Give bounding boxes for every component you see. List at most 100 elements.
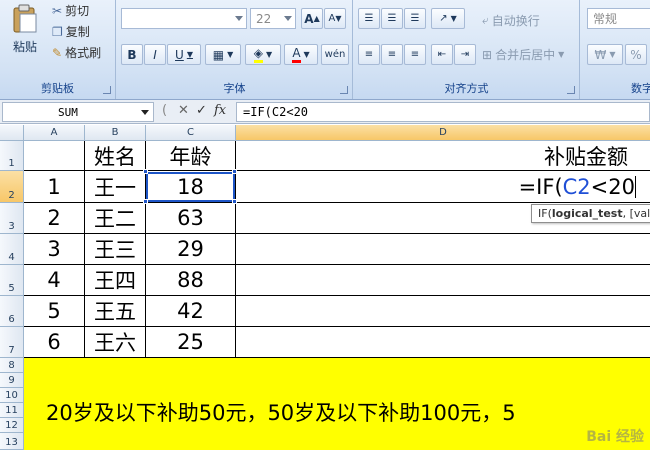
row-header[interactable]: 5 xyxy=(0,265,24,296)
reference-handle[interactable] xyxy=(143,169,148,174)
column-header-d[interactable]: D xyxy=(236,125,650,141)
insert-function-icon[interactable]: fx xyxy=(214,103,226,118)
align-bottom-button[interactable]: ☰ xyxy=(404,8,426,29)
wrap-text-button[interactable]: ⤶ 自动换行 xyxy=(482,12,540,29)
reference-handle[interactable] xyxy=(143,199,148,204)
cell-c1[interactable]: 年龄 xyxy=(146,141,236,171)
cell-d7[interactable] xyxy=(236,327,650,358)
row-header[interactable]: 7 xyxy=(0,327,24,358)
reference-handle[interactable] xyxy=(232,199,237,204)
cut-button[interactable]: ✂ 剪切 xyxy=(52,2,89,19)
cell-b4[interactable]: 王三 xyxy=(85,234,146,265)
row-header[interactable]: 13 xyxy=(0,433,24,450)
cell-d4[interactable] xyxy=(236,234,650,265)
grow-font-button[interactable]: A ▲ xyxy=(301,8,323,29)
cell-b2[interactable]: 王一 xyxy=(85,171,146,203)
underline-label: U xyxy=(175,47,184,62)
currency-button[interactable]: ₩ ▼ xyxy=(587,44,623,65)
select-all-corner[interactable] xyxy=(0,125,24,141)
cell-a4[interactable]: 3 xyxy=(24,234,85,265)
cell-a2[interactable]: 1 xyxy=(24,171,85,203)
cell-d6[interactable] xyxy=(236,296,650,327)
bold-button[interactable]: B xyxy=(121,44,143,65)
increase-indent-button[interactable]: ⇥ xyxy=(454,44,476,65)
cancel-icon[interactable]: ✕ xyxy=(178,103,189,118)
align-top-button[interactable]: ☰ xyxy=(358,8,380,29)
orientation-button[interactable]: ↗ ▼ xyxy=(431,8,465,29)
row-header[interactable]: 8 xyxy=(0,358,24,373)
paste-button[interactable]: 粘贴 xyxy=(8,4,42,64)
cell-c4[interactable]: 29 xyxy=(146,234,236,265)
align-bottom-icon: ☰ xyxy=(410,13,420,24)
enter-icon[interactable]: ✓ xyxy=(196,103,207,118)
row-header[interactable]: 10 xyxy=(0,388,24,403)
align-right-button[interactable]: ≡ xyxy=(404,44,426,65)
cell-a5[interactable]: 4 xyxy=(24,265,85,296)
chevron-down-icon[interactable] xyxy=(141,110,149,115)
function-tooltip[interactable]: IF(logical_test, [val xyxy=(531,204,650,223)
column-header-a[interactable]: A xyxy=(24,125,85,141)
number-format-select[interactable]: 常规 xyxy=(587,8,650,29)
cell-b3[interactable]: 王二 xyxy=(85,203,146,234)
cell-c3[interactable]: 63 xyxy=(146,203,236,234)
format-painter-button[interactable]: ✎ 格式刷 xyxy=(52,44,101,61)
clipboard-launcher-icon[interactable] xyxy=(103,86,111,94)
cell-a6[interactable]: 5 xyxy=(24,296,85,327)
cut-label: 剪切 xyxy=(65,4,90,18)
paste-label: 粘贴 xyxy=(12,40,37,54)
cell-b1[interactable]: 姓名 xyxy=(85,141,146,171)
tooltip-arg[interactable]: logical_test xyxy=(552,207,623,220)
cell-d5[interactable] xyxy=(236,265,650,296)
row-header[interactable]: 12 xyxy=(0,418,24,433)
borders-button[interactable]: ▦ ▼ xyxy=(205,44,241,65)
fill-color-button[interactable]: ◈ ▼ xyxy=(245,44,281,65)
row-header[interactable]: 6 xyxy=(0,296,24,327)
font-color-button[interactable]: A ▼ xyxy=(284,44,318,65)
font-size-value: 22 xyxy=(256,11,272,26)
cell-d2-editing[interactable]: =IF(C2 <20 xyxy=(236,171,650,203)
grow-font-icon: A xyxy=(304,11,314,26)
shrink-font-button[interactable]: A ▼ xyxy=(324,8,346,29)
cell-b7[interactable]: 王六 xyxy=(85,327,146,358)
cell-c2[interactable]: 18 xyxy=(146,171,236,203)
underline-button[interactable]: U ▼ xyxy=(167,44,201,65)
align-middle-button[interactable]: ☰ xyxy=(381,8,403,29)
copy-label: 复制 xyxy=(65,25,90,39)
format-painter-label: 格式刷 xyxy=(65,46,102,60)
row-header[interactable]: 9 xyxy=(0,373,24,388)
percent-button[interactable]: % xyxy=(625,44,647,65)
row-header[interactable]: 1 xyxy=(0,141,24,171)
row-header[interactable]: 4 xyxy=(0,234,24,265)
cell-c6[interactable]: 42 xyxy=(146,296,236,327)
borders-icon: ▦ xyxy=(212,47,225,62)
cell-a7[interactable]: 6 xyxy=(24,327,85,358)
worksheet[interactable]: A B C D 1 2 3 4 5 6 7 8 9 10 11 12 13 姓名… xyxy=(0,125,650,450)
align-left-button[interactable]: ≡ xyxy=(358,44,380,65)
row-header[interactable]: 11 xyxy=(0,403,24,418)
cell-a3[interactable]: 2 xyxy=(24,203,85,234)
cell-c7[interactable]: 25 xyxy=(146,327,236,358)
formula-input[interactable]: =IF(C2<20 xyxy=(236,102,650,122)
cell-c5[interactable]: 88 xyxy=(146,265,236,296)
row-header[interactable]: 3 xyxy=(0,203,24,234)
cell-b5[interactable]: 王四 xyxy=(85,265,146,296)
row-header[interactable]: 2 xyxy=(0,171,24,203)
font-launcher-icon[interactable] xyxy=(340,86,348,94)
phonetic-button[interactable]: wén xyxy=(321,44,349,65)
reference-handle[interactable] xyxy=(232,169,237,174)
italic-button[interactable]: I xyxy=(144,44,166,65)
merge-center-button[interactable]: ⊞ 合并后居中 ▼ xyxy=(482,46,564,63)
column-header-c[interactable]: C xyxy=(146,125,236,141)
alignment-launcher-icon[interactable] xyxy=(567,86,575,94)
cell-a1[interactable] xyxy=(24,141,85,171)
copy-button[interactable]: ❐ 复制 xyxy=(52,23,90,40)
decrease-indent-button[interactable]: ⇤ xyxy=(431,44,453,65)
column-header-b[interactable]: B xyxy=(85,125,146,141)
paintbrush-icon: ✎ xyxy=(52,45,63,60)
align-center-button[interactable]: ≡ xyxy=(381,44,403,65)
font-name-select[interactable] xyxy=(121,8,247,29)
name-box[interactable]: SUM xyxy=(2,102,154,122)
cell-d1[interactable]: 补贴金额 xyxy=(236,141,650,171)
font-size-select[interactable]: 22 xyxy=(250,8,296,29)
cell-b6[interactable]: 王五 xyxy=(85,296,146,327)
